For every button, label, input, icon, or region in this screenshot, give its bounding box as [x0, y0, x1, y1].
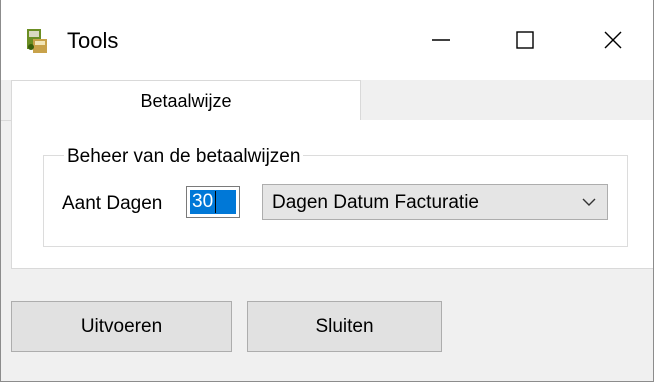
run-button[interactable]: Uitvoeren [11, 301, 232, 352]
close-window-button[interactable] [577, 12, 649, 68]
days-input[interactable]: 30 [186, 186, 240, 218]
chevron-down-icon [582, 198, 596, 206]
tab-strip: Betaalwijze [1, 80, 653, 121]
tab-panel: Beheer van de betaalwijzen Aant Dagen 30… [11, 120, 653, 269]
days-label: Aant Dagen [62, 193, 163, 214]
title-bar[interactable]: Tools [1, 0, 653, 80]
text-caret [215, 191, 216, 213]
window-title: Tools [67, 28, 119, 53]
tools-window: Tools Betaalwijze Beheer van de betaalwi… [0, 0, 654, 382]
tools-app-icon [25, 27, 49, 55]
maximize-button[interactable] [489, 12, 561, 68]
button-bar: Uitvoeren Sluiten [1, 270, 653, 381]
days-basis-dropdown[interactable]: Dagen Datum Facturatie [262, 184, 608, 220]
minimize-icon [432, 39, 450, 41]
tab-betaalwijze[interactable]: Betaalwijze [11, 80, 361, 121]
days-value: 30 [192, 191, 214, 212]
dropdown-value: Dagen Datum Facturatie [272, 192, 479, 213]
close-icon [604, 31, 622, 49]
minimize-button[interactable] [405, 12, 477, 68]
groupbox-legend: Beheer van de betaalwijzen [64, 146, 304, 168]
close-button[interactable]: Sluiten [247, 301, 442, 352]
maximize-icon [516, 31, 534, 49]
